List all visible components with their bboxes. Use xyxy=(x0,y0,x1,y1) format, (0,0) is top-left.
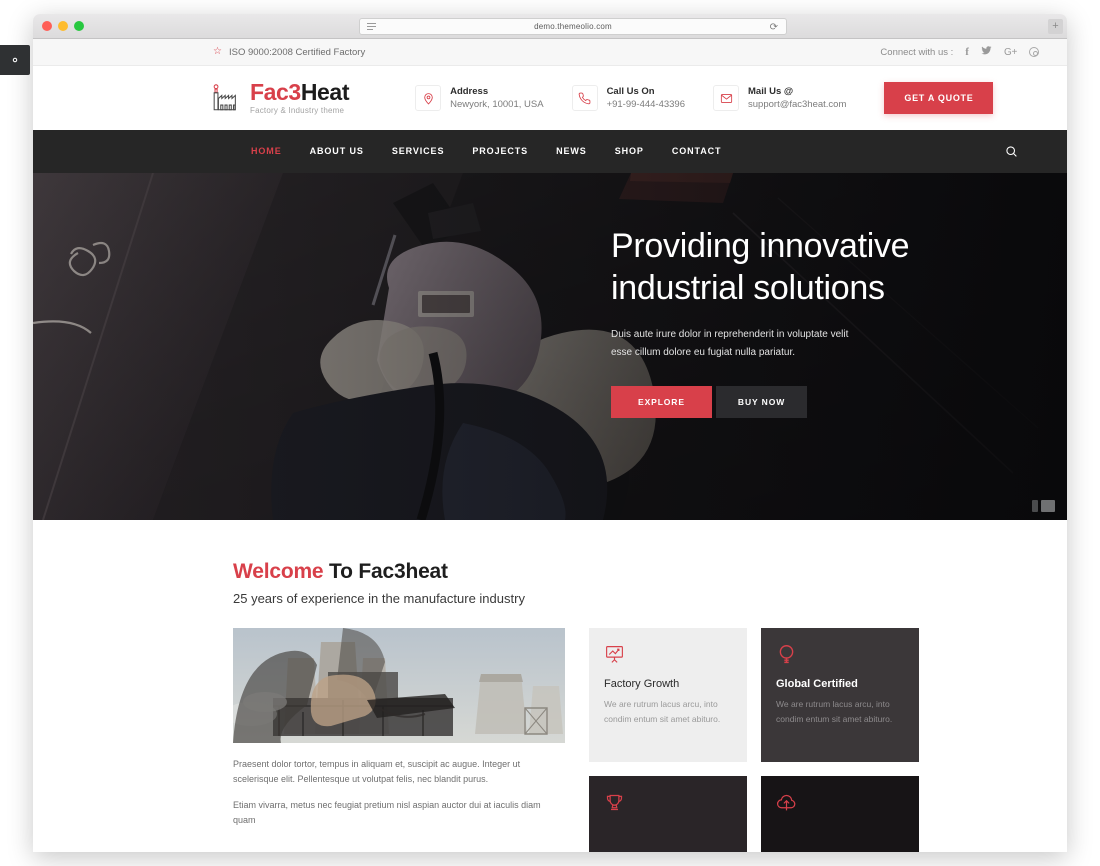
welcome-heading-rest: To Fac3heat xyxy=(323,560,448,583)
logo-tagline: Factory & Industry theme xyxy=(250,106,345,115)
close-window-button[interactable] xyxy=(42,21,52,31)
welcome-text: Praesent dolor tortor, tempus in aliquam… xyxy=(233,757,565,828)
feature-card-global-certified[interactable]: Global Certified We are rutrum lacus arc… xyxy=(761,628,919,762)
contact-address: Address Newyork, 10001, USA xyxy=(415,85,569,112)
top-utility-bar: ☆ ISO 9000:2008 Certified Factory Connec… xyxy=(33,39,1067,66)
hero-caption: Providing innovative industrial solution… xyxy=(611,225,1031,418)
welcome-subheading: 25 years of experience in the manufactur… xyxy=(233,591,525,606)
contact-phone-label: Call Us On xyxy=(606,85,655,97)
social-links: Connect with us : f G+ xyxy=(880,45,1039,59)
mail-icon xyxy=(713,85,740,111)
welcome-paragraph-1: Praesent dolor tortor, tempus in aliquam… xyxy=(233,759,521,784)
cloud-upload-icon xyxy=(776,792,904,822)
nav-item-news[interactable]: NEWS xyxy=(542,130,601,173)
hero-headline-line1: Providing innovative xyxy=(611,227,910,265)
feature-card-desc: We are rutrum lacus arcu, into condim en… xyxy=(776,699,893,724)
nav-item-home[interactable]: HOME xyxy=(237,130,296,183)
logo-text: Fac3Heat xyxy=(250,79,349,105)
url-text: demo.themeolio.com xyxy=(534,22,612,31)
hero-paragraph-line2: esse cillum dolore eu fugiat nulla paria… xyxy=(611,347,795,358)
feature-card-factory-growth[interactable]: Factory Growth We are rutrum lacus arcu,… xyxy=(589,628,747,762)
trophy-icon xyxy=(604,792,732,822)
feature-cards: Factory Growth We are rutrum lacus arcu,… xyxy=(589,628,919,852)
feature-card-desc: We are rutrum lacus arcu, into condim en… xyxy=(604,699,721,724)
hero-headline: Providing innovative industrial solution… xyxy=(611,225,1031,309)
connect-label: Connect with us : xyxy=(880,46,954,58)
google-plus-icon[interactable]: G+ xyxy=(1004,47,1017,58)
contact-address-label: Address xyxy=(450,85,489,97)
facebook-icon[interactable]: f xyxy=(965,46,969,58)
welcome-heading: Welcome To Fac3heat xyxy=(233,560,1043,584)
contact-address-value: Newyork, 10001, USA xyxy=(450,98,544,110)
hero-paragraph-line1: Duis aute irure dolor in reprehenderit i… xyxy=(611,329,849,340)
feature-card-award[interactable] xyxy=(589,776,747,852)
contact-mail-label: Mail Us @ xyxy=(748,85,794,97)
gear-icon[interactable] xyxy=(0,45,30,75)
welcome-columns: Praesent dolor tortor, tempus in aliquam… xyxy=(233,628,1043,852)
hero-paragraph: Duis aute irure dolor in reprehenderit i… xyxy=(611,326,1031,362)
nav-menu: HOME ABOUT US SERVICES PROJECTS NEWS SHO… xyxy=(237,130,736,183)
feature-card-title: Global Certified xyxy=(776,678,858,690)
feature-card-title: Factory Growth xyxy=(604,678,680,690)
nav-item-services[interactable]: SERVICES xyxy=(378,130,459,173)
address-bar[interactable]: demo.themeolio.com ⟳ xyxy=(359,18,787,35)
reload-icon[interactable]: ⟳ xyxy=(770,22,778,33)
factory-icon xyxy=(209,82,241,114)
minimize-window-button[interactable] xyxy=(58,21,68,31)
maximize-window-button[interactable] xyxy=(74,21,84,31)
logo-text-rest: Heat xyxy=(300,79,350,105)
contact-mail: Mail Us @ support@fac3heat.com xyxy=(711,85,872,112)
nav-item-shop[interactable]: SHOP xyxy=(601,130,658,173)
feature-card-cloud[interactable] xyxy=(761,776,919,852)
iso-certification: ☆ ISO 9000:2008 Certified Factory xyxy=(213,47,365,58)
slider-pagination[interactable] xyxy=(1032,500,1055,512)
presentation-chart-icon xyxy=(604,644,732,674)
new-tab-button[interactable]: + xyxy=(1048,19,1063,34)
browser-window: demo.themeolio.com ⟳ + ☆ ISO 9000:2008 C… xyxy=(33,14,1067,852)
star-icon: ☆ xyxy=(213,46,222,57)
hero-slider: Providing innovative industrial solution… xyxy=(33,173,1067,520)
slider-next-button[interactable] xyxy=(1041,500,1055,512)
logo-text-accent: Fac3 xyxy=(250,79,301,105)
nav-item-contact[interactable]: CONTACT xyxy=(658,130,736,173)
welcome-inner: Welcome To Fac3heat 25 years of experien… xyxy=(233,560,1043,852)
search-icon[interactable] xyxy=(1005,145,1018,158)
contact-phone-value: +91-99-444-43396 xyxy=(606,98,686,110)
welcome-image xyxy=(233,628,565,743)
welcome-paragraph-2: Etiam vivarra, metus nec feugiat pretium… xyxy=(233,800,541,825)
get-a-quote-button[interactable]: GET A QUOTE xyxy=(884,82,994,114)
nav-item-projects[interactable]: PROJECTS xyxy=(458,130,542,173)
slider-prev-button[interactable] xyxy=(1032,500,1038,512)
header-contacts: Address Newyork, 10001, USA Call Us On +… xyxy=(415,85,872,112)
twitter-icon[interactable] xyxy=(981,45,992,59)
buy-now-button[interactable]: BUY NOW xyxy=(715,386,808,418)
welcome-left-column: Praesent dolor tortor, tempus in aliquam… xyxy=(233,628,565,852)
reader-view-icon[interactable] xyxy=(367,23,376,31)
location-pin-icon xyxy=(415,85,442,111)
page-viewport: ☆ ISO 9000:2008 Certified Factory Connec… xyxy=(33,39,1067,852)
page-root: demo.themeolio.com ⟳ + ☆ ISO 9000:2008 C… xyxy=(0,0,1100,866)
browser-titlebar: demo.themeolio.com ⟳ + xyxy=(33,14,1067,39)
phone-icon xyxy=(571,85,598,111)
welcome-section: Welcome To Fac3heat 25 years of experien… xyxy=(33,520,1067,852)
explore-button[interactable]: EXPLORE xyxy=(611,386,712,418)
contact-phone: Call Us On +91-99-444-43396 xyxy=(570,85,711,112)
hero-headline-line2: industrial solutions xyxy=(611,269,885,307)
iso-text: ISO 9000:2008 Certified Factory xyxy=(228,46,366,58)
dribbble-icon[interactable] xyxy=(1029,47,1039,57)
contact-mail-value: support@fac3heat.com xyxy=(748,98,847,110)
window-controls[interactable] xyxy=(42,21,84,31)
nav-item-about-us[interactable]: ABOUT US xyxy=(296,130,378,173)
welcome-heading-highlight: Welcome xyxy=(233,560,324,583)
main-navigation: HOME ABOUT US SERVICES PROJECTS NEWS SHO… xyxy=(33,130,1067,183)
site-header: Fac3Heat Factory & Industry theme Addres… xyxy=(33,66,1067,130)
globe-icon xyxy=(776,644,904,674)
hero-buttons: EXPLORE BUY NOW xyxy=(611,386,1031,418)
logo[interactable]: Fac3Heat Factory & Industry theme xyxy=(209,81,349,115)
